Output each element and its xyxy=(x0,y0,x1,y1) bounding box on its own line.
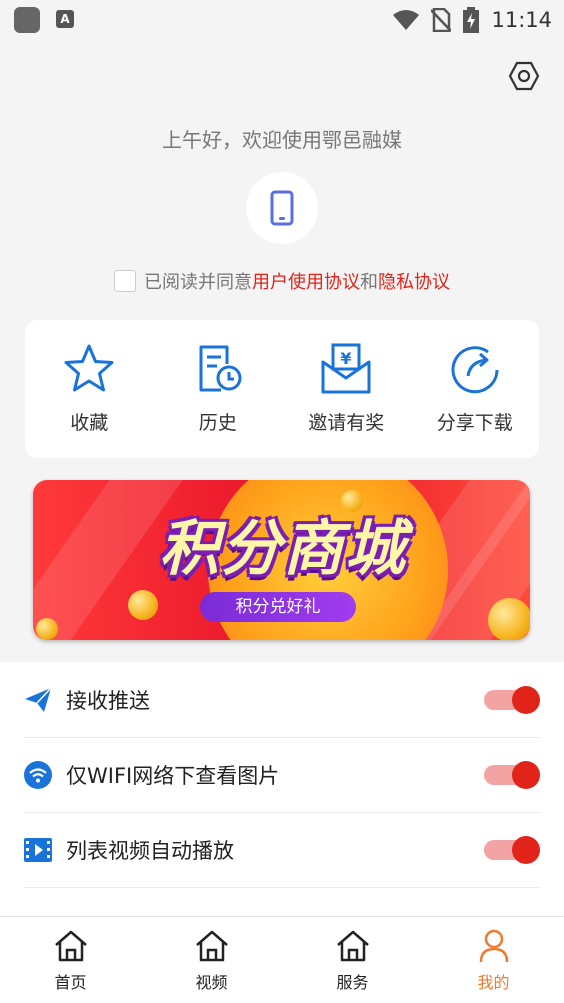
wifi-image-setting-label: 仅WIFI网络下查看图片 xyxy=(66,764,280,788)
tab-video-label: 视频 xyxy=(195,973,228,992)
wifi-icon xyxy=(24,761,52,789)
tab-service-label: 服务 xyxy=(336,973,369,992)
person-icon xyxy=(479,929,508,963)
bottom-tab-bar: 首页 视频 服务 我的 xyxy=(0,916,564,1003)
settings-list: 接收推送 仅WIFI网络下查看图片 列表视频自动播放 xyxy=(0,662,564,916)
wifi-image-toggle[interactable] xyxy=(484,761,540,789)
wifi-signal-icon xyxy=(393,10,420,30)
settings-icon[interactable] xyxy=(508,60,540,92)
banner-title: 积分商城 xyxy=(159,514,407,584)
history-button[interactable]: 历史 xyxy=(163,320,273,435)
banner-subtitle: 积分兑好礼 xyxy=(200,592,356,622)
home-icon xyxy=(336,930,369,962)
tab-home[interactable]: 首页 xyxy=(0,917,141,1003)
greeting-text: 上午好，欢迎使用鄂邑融媒 xyxy=(162,128,402,152)
quick-actions-card: 收藏 历史 ¥ 邀请有奖 分享下载 xyxy=(25,320,539,458)
points-mall-banner[interactable]: 积分商城 积分兑好礼 xyxy=(33,480,530,640)
invite-reward-icon: ¥ xyxy=(321,343,371,394)
agreement-row: 已阅读并同意 用户使用协议 和 隐私协议 xyxy=(0,268,564,294)
invite-reward-label: 邀请有奖 xyxy=(308,412,385,434)
history-icon xyxy=(199,345,242,392)
no-sim-icon xyxy=(431,8,452,32)
login-avatar-button[interactable] xyxy=(246,172,318,244)
send-icon xyxy=(25,687,52,712)
agreement-checkbox[interactable] xyxy=(114,270,136,292)
star-icon xyxy=(64,344,114,392)
home-icon xyxy=(54,930,87,962)
app-notification-icon xyxy=(14,7,40,33)
tab-home-label: 首页 xyxy=(54,973,87,992)
a-notification-icon: A xyxy=(56,10,74,28)
push-setting-label: 接收推送 xyxy=(66,689,150,713)
coin-icon xyxy=(36,618,58,640)
svg-text:¥: ¥ xyxy=(341,349,352,368)
coin-icon xyxy=(128,590,158,620)
status-bar: A 11:14 xyxy=(0,0,564,40)
phone-icon xyxy=(270,190,294,226)
user-agreement-link[interactable]: 用户使用协议 xyxy=(252,268,360,294)
privacy-policy-link[interactable]: 隐私协议 xyxy=(378,268,450,294)
share-icon xyxy=(451,346,499,394)
coin-icon xyxy=(488,598,530,640)
agreement-prefix: 已阅读并同意 xyxy=(144,272,252,293)
home-icon xyxy=(195,930,228,962)
tab-video[interactable]: 视频 xyxy=(141,917,282,1003)
invite-reward-button[interactable]: ¥ 邀请有奖 xyxy=(291,320,401,435)
favorites-label: 收藏 xyxy=(70,412,109,434)
push-setting-row[interactable]: 接收推送 xyxy=(24,662,540,738)
share-download-label: 分享下载 xyxy=(436,412,513,434)
wifi-image-setting-row[interactable]: 仅WIFI网络下查看图片 xyxy=(24,737,540,813)
video-icon xyxy=(24,838,52,862)
status-time: 11:14 xyxy=(491,8,552,32)
share-download-button[interactable]: 分享下载 xyxy=(420,320,530,435)
favorites-button[interactable]: 收藏 xyxy=(34,320,144,435)
tab-mine-label: 我的 xyxy=(477,973,510,992)
history-label: 历史 xyxy=(198,412,237,434)
autoplay-setting-row[interactable]: 列表视频自动播放 xyxy=(24,812,540,888)
tab-mine[interactable]: 我的 xyxy=(423,917,564,1003)
tab-service[interactable]: 服务 xyxy=(282,917,423,1003)
push-toggle[interactable] xyxy=(484,686,540,714)
battery-charging-icon xyxy=(463,7,480,33)
autoplay-toggle[interactable] xyxy=(484,836,540,864)
autoplay-setting-label: 列表视频自动播放 xyxy=(66,839,234,863)
agreement-and: 和 xyxy=(360,272,378,293)
